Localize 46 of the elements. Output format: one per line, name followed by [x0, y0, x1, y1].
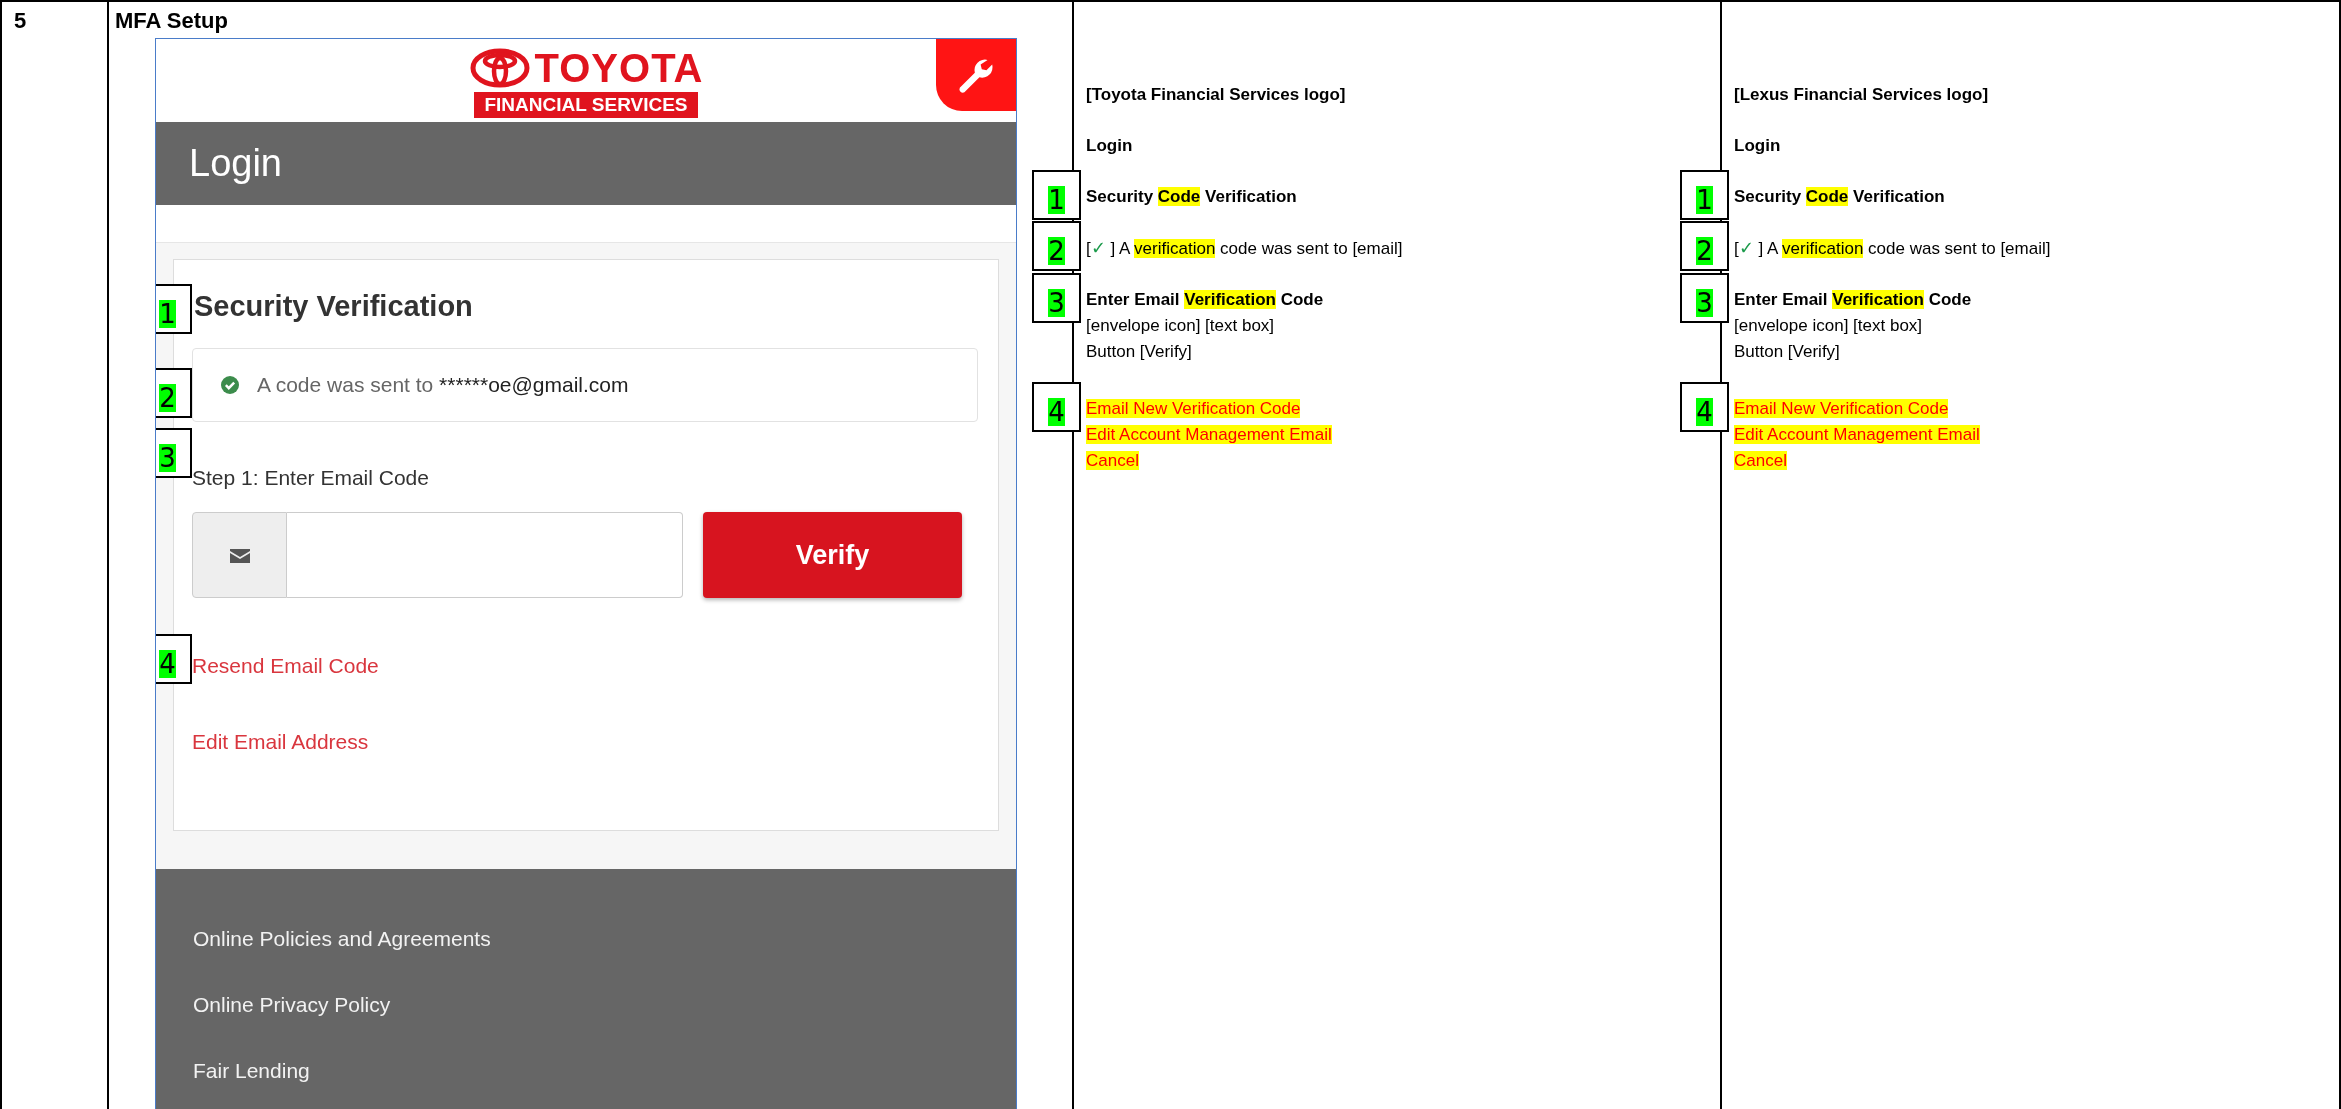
email-code-field[interactable] — [287, 512, 683, 598]
action-link-text: Cancel — [1734, 450, 1788, 472]
action-link-text: Edit Account Management Email — [1086, 424, 1333, 446]
brand-logo: TOYOTA FINANCIAL SERVICES — [468, 47, 704, 118]
action-link-text: Email New Verification Code — [1734, 398, 1950, 420]
spec-text: [envelope icon] [text box] — [1086, 315, 1276, 337]
row-number: 5 — [13, 7, 28, 34]
spec-heading: Enter Email Verification Code — [1734, 289, 1973, 311]
alert-message: A code was sent to ******oe@gmail.com — [257, 373, 629, 397]
emblem-icon — [468, 48, 531, 88]
page-title-bar: Login — [156, 122, 1016, 205]
row-title: MFA Setup — [115, 7, 229, 35]
field-label: Step 1: Enter Email Code — [192, 465, 430, 491]
footer-link[interactable]: Fair Lending — [193, 1059, 979, 1083]
callout-number: 2 — [1680, 221, 1729, 271]
callout-number: 1 — [156, 284, 192, 334]
action-link-text: Cancel — [1086, 450, 1140, 472]
spec-heading: [Toyota Financial Services logo] — [1086, 84, 1347, 106]
callout-number: 2 — [1032, 221, 1081, 271]
spec-heading: Security Code Verification — [1734, 186, 1946, 208]
spec-text: [envelope icon] [text box] — [1734, 315, 1924, 337]
text-link[interactable]: Resend Email Code — [192, 654, 379, 678]
tools-button[interactable] — [936, 39, 1016, 111]
section-heading: Security Verification — [193, 289, 474, 324]
spec-heading: Login — [1086, 135, 1134, 157]
callout-number: 2 — [156, 368, 192, 418]
callout-number: 4 — [1032, 382, 1081, 432]
callout-number: 4 — [156, 634, 192, 684]
spec-text: Button [Verify] — [1086, 341, 1193, 363]
spec-text: [✓ ] A verification code was sent to [email] — [1734, 237, 2052, 260]
footer-link[interactable]: Online Privacy Policy — [193, 993, 979, 1017]
text-link[interactable]: Edit Email Address — [192, 730, 369, 754]
callout-number: 1 — [1680, 170, 1729, 220]
check-circle-icon — [221, 376, 239, 394]
envelope-icon — [229, 547, 250, 563]
verify-button[interactable]: Verify — [703, 512, 962, 598]
action-link-text: Edit Account Management Email — [1734, 424, 1981, 446]
callout-number: 3 — [1680, 273, 1729, 323]
callout-number: 3 — [1032, 273, 1081, 323]
callout-number: 1 — [1032, 170, 1081, 220]
spec-heading: [Lexus Financial Services logo] — [1734, 84, 1990, 106]
footer-link[interactable]: Online Policies and Agreements — [193, 927, 979, 951]
callout-number: 4 — [1680, 382, 1729, 432]
spec-heading: Login — [1734, 135, 1782, 157]
callout-number: 3 — [156, 428, 192, 478]
spec-text: Button [Verify] — [1734, 341, 1841, 363]
